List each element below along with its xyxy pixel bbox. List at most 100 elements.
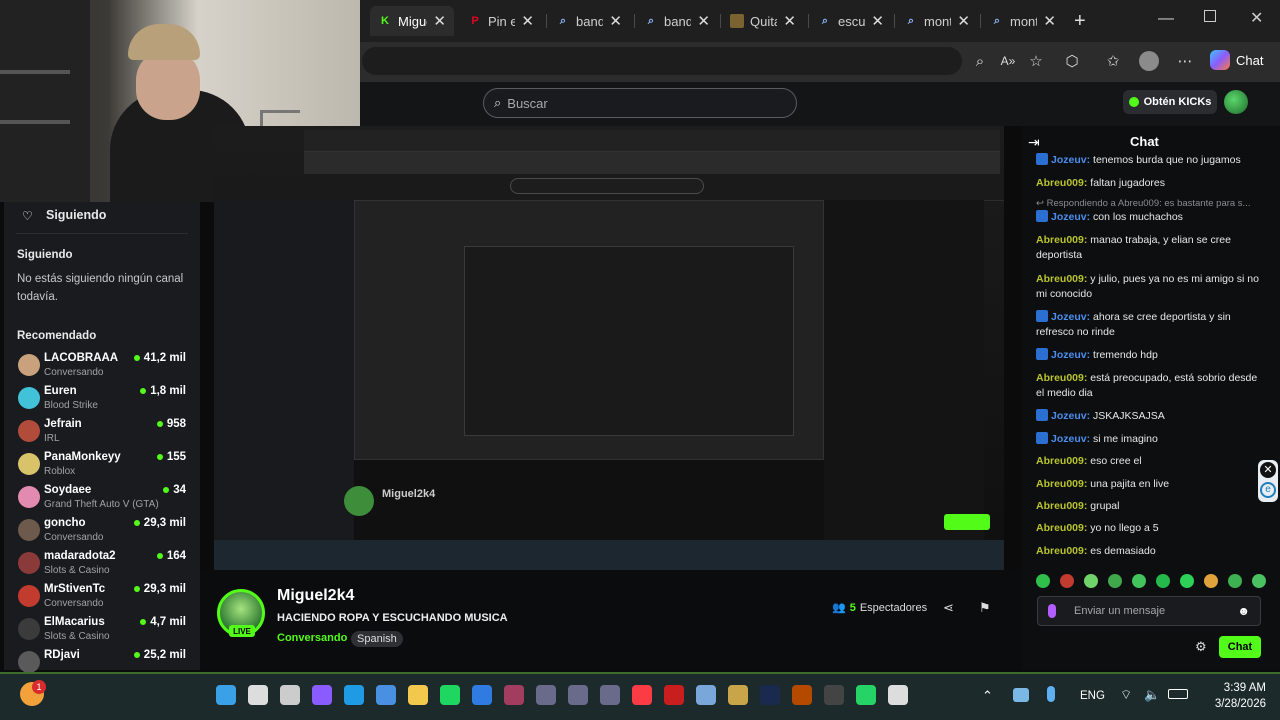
defender-icon[interactable] — [472, 685, 492, 705]
emote-icon[interactable] — [1252, 574, 1266, 588]
search-icon[interactable] — [248, 685, 268, 705]
close-icon[interactable]: ✕ — [433, 12, 446, 30]
emoji-icon[interactable]: ☻ — [1237, 604, 1250, 618]
volume-icon[interactable]: 🔈 — [1144, 687, 1160, 703]
chat-username[interactable]: Abreu009 — [1036, 545, 1084, 557]
emote-icon[interactable] — [1228, 574, 1242, 588]
close-icon[interactable]: ✕ — [521, 12, 534, 30]
new-tab-button[interactable]: + — [1074, 10, 1086, 33]
chat-input[interactable]: Enviar un mensaje ☻ — [1037, 596, 1261, 626]
spotify-icon[interactable] — [440, 685, 460, 705]
copilot-icon[interactable] — [312, 685, 332, 705]
close-icon[interactable]: ✕ — [697, 12, 710, 30]
edge-helper-icon[interactable]: e — [1260, 482, 1276, 498]
app-icon[interactable] — [536, 685, 556, 705]
chat-username[interactable]: Jozeuv — [1051, 433, 1087, 445]
file-explorer-icon[interactable] — [408, 685, 428, 705]
report-user-icon[interactable]: ⚑ — [979, 600, 991, 616]
app-icon[interactable] — [728, 685, 748, 705]
emote-icon[interactable] — [1132, 574, 1146, 588]
close-icon[interactable]: ✕ — [1260, 462, 1276, 478]
close-icon[interactable]: ✕ — [871, 12, 884, 30]
chat-username[interactable]: Jozeuv — [1051, 211, 1087, 223]
chat-username[interactable]: Jozeuv — [1051, 154, 1087, 166]
system-clock[interactable]: 3:39 AM 3/28/2026 — [1196, 680, 1266, 712]
emote-icon[interactable] — [1036, 574, 1050, 588]
chevron-up-icon[interactable]: ⌃ — [982, 688, 993, 704]
start-icon[interactable] — [216, 685, 236, 705]
close-icon[interactable]: ✕ — [783, 12, 796, 30]
tab-pinterest[interactable]: P Pin en ✕ — [460, 6, 542, 36]
task-view-icon[interactable] — [280, 685, 300, 705]
app-icon[interactable] — [824, 685, 844, 705]
video-player[interactable]: Miguel2k4 — [214, 126, 1004, 570]
copilot-chat-button[interactable]: Chat — [1210, 50, 1263, 70]
tab-site[interactable]: Quita ✕ — [722, 6, 804, 36]
emote-icon[interactable] — [1180, 574, 1194, 588]
chat-username[interactable]: Abreu009 — [1036, 234, 1084, 246]
following-header[interactable]: Siguiendo — [46, 208, 106, 222]
close-window-button[interactable]: ✕ — [1250, 8, 1263, 28]
close-icon[interactable]: ✕ — [609, 12, 622, 30]
emote-icon[interactable] — [1204, 574, 1218, 588]
app-icon[interactable] — [600, 685, 620, 705]
store-icon[interactable] — [376, 685, 396, 705]
address-bar[interactable] — [362, 47, 962, 75]
photoshop-icon[interactable] — [760, 685, 780, 705]
chat-username[interactable]: Abreu009 — [1036, 177, 1084, 189]
emote-icon[interactable] — [1060, 574, 1074, 588]
recommended-channel[interactable]: PanaMonkeyy Roblox 155 — [18, 451, 196, 483]
stream-category-link[interactable]: Conversando — [277, 632, 347, 644]
emote-icon[interactable] — [1084, 574, 1098, 588]
app-icon[interactable] — [664, 685, 684, 705]
chat-username[interactable]: Abreu009 — [1036, 522, 1084, 534]
settings-gear-icon[interactable]: ⚙ — [1195, 639, 1207, 655]
tab-kick[interactable]: K Migue ✕ — [370, 6, 454, 36]
tab-search-1[interactable]: ⌕ band ✕ — [548, 6, 630, 36]
maximize-button[interactable] — [1204, 10, 1216, 22]
chat-username[interactable]: Jozeuv — [1051, 349, 1087, 361]
recommended-channel[interactable]: goncho Conversando 29,3 mil — [18, 517, 196, 549]
read-aloud-icon[interactable]: A» — [997, 50, 1019, 72]
illustrator-icon[interactable] — [792, 685, 812, 705]
recommended-channel[interactable]: MrStivenTc Conversando 29,3 mil — [18, 583, 196, 615]
cloud-icon[interactable] — [1013, 688, 1029, 702]
share-icon[interactable]: ⋖ — [943, 600, 954, 616]
app-icon[interactable] — [504, 685, 524, 705]
tab-search-2[interactable]: ⌕ band ✕ — [636, 6, 718, 36]
recommended-channel[interactable]: LACOBRAAA Conversando 41,2 mil — [18, 352, 196, 384]
music-icon[interactable] — [632, 685, 652, 705]
chat-username[interactable]: Abreu009 — [1036, 455, 1084, 467]
whatsapp-icon[interactable] — [856, 685, 876, 705]
minimize-button[interactable]: — — [1158, 10, 1174, 28]
chat-username[interactable]: Abreu009 — [1036, 372, 1084, 384]
chat-username[interactable]: Abreu009 — [1036, 273, 1084, 285]
floating-panel[interactable]: ✕ e — [1258, 460, 1278, 502]
profile-icon[interactable] — [1138, 50, 1160, 72]
edge-icon[interactable] — [344, 685, 364, 705]
emote-icon[interactable] — [1156, 574, 1170, 588]
tab-search-4[interactable]: ⌕ mont ✕ — [896, 6, 978, 36]
recommended-channel[interactable]: Euren Blood Strike 1,8 mil — [18, 385, 196, 417]
battery-icon[interactable] — [1168, 689, 1188, 699]
chat-username[interactable]: Jozeuv — [1051, 410, 1087, 422]
tab-search-5[interactable]: ⌕ mont ✕ — [982, 6, 1064, 36]
search-input[interactable]: ⌕ Buscar — [483, 88, 797, 118]
recommended-channel[interactable]: Soydaee Grand Theft Auto V (GTA) 34 — [18, 484, 196, 516]
favorite-star-icon[interactable]: ☆ — [1025, 50, 1047, 72]
chat-username[interactable]: Jozeuv — [1051, 311, 1087, 323]
app-icon[interactable] — [888, 685, 908, 705]
chat-username[interactable]: Abreu009 — [1036, 500, 1084, 512]
collapse-chat-icon[interactable]: ⇥ — [1028, 134, 1040, 151]
close-icon[interactable]: ✕ — [1043, 12, 1056, 30]
language-tag[interactable]: Spanish — [351, 631, 403, 647]
recommended-channel[interactable]: ElMacarius Slots & Casino 4,7 mil — [18, 616, 196, 648]
chat-username[interactable]: Abreu009 — [1036, 478, 1084, 490]
user-avatar[interactable] — [1224, 90, 1248, 114]
more-menu-icon[interactable]: ⋯ — [1174, 50, 1196, 72]
microphone-icon[interactable] — [1048, 604, 1056, 618]
recommended-channel[interactable]: madaradota2 Slots & Casino 164 — [18, 550, 196, 582]
emote-icon[interactable] — [1108, 574, 1122, 588]
microphone-tray-icon[interactable] — [1047, 686, 1055, 702]
favorites-icon[interactable]: ✩ — [1102, 50, 1124, 72]
